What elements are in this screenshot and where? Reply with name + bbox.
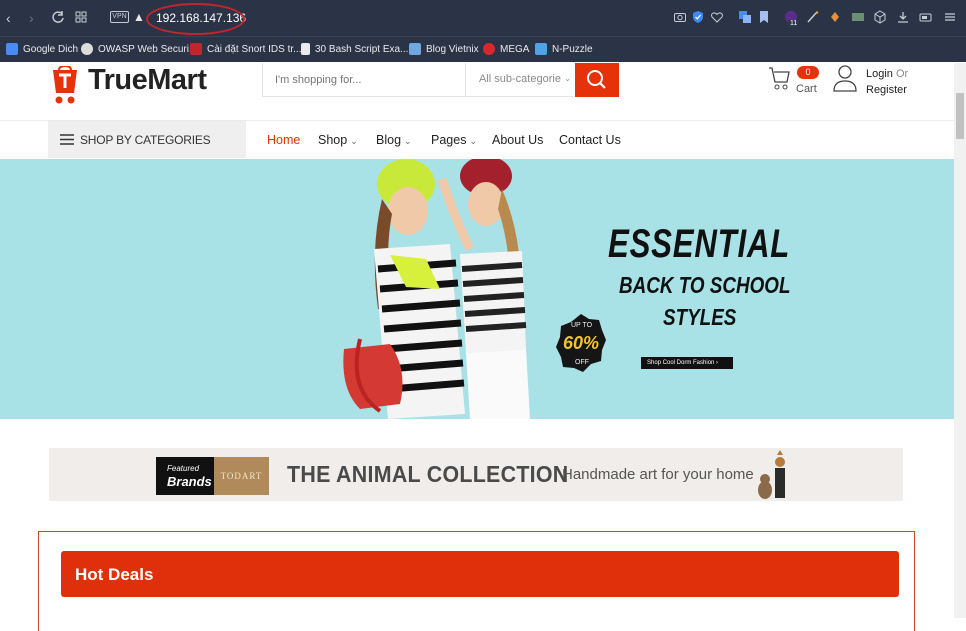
pen-icon[interactable] <box>806 10 820 24</box>
scrollbar-thumb[interactable] <box>956 93 964 139</box>
badge-top-text: UP TO <box>571 322 593 329</box>
nav-home[interactable]: Home <box>267 133 300 147</box>
cube-icon[interactable] <box>873 10 887 24</box>
reload-icon[interactable] <box>51 10 65 24</box>
or-text: Or <box>895 68 909 80</box>
badge-bottom-text: OFF <box>575 359 589 366</box>
not-secure-warning-icon[interactable]: ▲ <box>133 10 145 24</box>
register-link[interactable]: Register <box>866 84 907 96</box>
translate-icon <box>6 43 18 55</box>
bookmark-mega[interactable]: MEGA <box>483 41 529 57</box>
cart-logo-icon[interactable] <box>47 66 83 106</box>
user-icon[interactable] <box>832 64 858 92</box>
chevron-down-icon: ⌄ <box>350 136 358 146</box>
download-icon[interactable] <box>896 10 910 24</box>
account-links: Login Or Register <box>866 66 908 98</box>
panel-icon[interactable] <box>851 10 865 24</box>
tab-grid-icon[interactable] <box>74 10 88 24</box>
document-icon <box>301 43 310 55</box>
badge-value: 60% <box>563 333 600 353</box>
banner-subline: BACK TO SCHOOL <box>619 272 791 298</box>
models-illustration <box>343 159 530 419</box>
hot-deals-title: Hot Deals <box>75 565 154 584</box>
featured-brands-label: Featured Brands <box>156 457 214 495</box>
search-input[interactable] <box>263 63 466 96</box>
camera-icon[interactable] <box>673 10 687 24</box>
hot-deals-header[interactable] <box>61 551 899 597</box>
nav-pages[interactable]: Pages ⌄ <box>431 133 477 147</box>
url-highlight-circle <box>146 3 245 35</box>
back-icon[interactable]: ‹ <box>6 10 11 26</box>
bookmark-google-dich[interactable]: Google Dich <box>6 41 78 57</box>
nav-about-us[interactable]: About Us <box>492 133 543 147</box>
collection-subtitle: Handmade art for your home <box>562 466 754 483</box>
bookmark-owasp[interactable]: OWASP Web Securi... <box>81 41 197 57</box>
page-scrollbar[interactable] <box>954 63 966 618</box>
n-logo-icon <box>190 43 202 55</box>
shop-fashion-button[interactable]: Shop Cool Dorm Fashion › <box>641 357 733 369</box>
mega-icon <box>483 43 495 55</box>
forward-icon[interactable]: › <box>29 10 34 26</box>
cart-count-badge: 0 <box>797 66 819 79</box>
chevron-down-icon: ⌄ <box>564 74 571 83</box>
cube-stack-icon <box>409 43 421 55</box>
cart-icon[interactable] <box>768 64 790 92</box>
nav-contact-us[interactable]: Contact Us <box>559 133 621 147</box>
nav-shop[interactable]: Shop ⌄ <box>318 133 358 147</box>
menu-icon[interactable] <box>943 10 957 24</box>
search-button[interactable] <box>575 63 619 97</box>
bookmark-n-puzzle[interactable]: N-Puzzle <box>535 41 593 57</box>
search-bar: All sub-categorie⌄ <box>262 63 619 97</box>
heart-icon[interactable] <box>710 10 724 24</box>
categories-label: SHOP BY CATEGORIES <box>80 133 211 147</box>
chevron-down-icon: ⌄ <box>404 136 412 146</box>
bookmark-bash-script[interactable]: 30 Bash Script Exa... <box>301 41 408 57</box>
brand-logo: TODART <box>214 457 269 495</box>
t-logo-icon <box>535 43 547 55</box>
bookmark-snort[interactable]: Cài đặt Snort IDS tr... <box>190 41 301 57</box>
banner-headline: ESSENTIAL <box>608 222 791 266</box>
collection-title: THE ANIMAL COLLECTION <box>287 461 569 487</box>
extension-count-badge: 11 <box>788 20 800 27</box>
diamond-icon[interactable] <box>828 10 842 24</box>
battery-icon[interactable] <box>919 10 933 24</box>
nav-blog[interactable]: Blog ⌄ <box>376 133 412 147</box>
banner-styles: STYLES <box>663 304 737 330</box>
login-link[interactable]: Login <box>866 68 893 80</box>
cart-label[interactable]: Cart <box>796 83 817 95</box>
category-select[interactable]: All sub-categorie ⌄ <box>467 63 575 96</box>
bookmark-blog-vietnix[interactable]: Blog Vietnix <box>409 41 479 57</box>
bookmark-ext-icon[interactable] <box>757 10 771 24</box>
chevron-down-icon: ⌄ <box>469 136 477 146</box>
hero-banner[interactable] <box>0 159 954 419</box>
translate-ext-icon[interactable] <box>738 10 752 24</box>
shield-icon[interactable] <box>691 10 705 24</box>
owasp-icon <box>81 43 93 55</box>
browser-toolbar: ‹ › VPN ▲ 192.168.147.136 11 <box>0 0 966 36</box>
vpn-badge[interactable]: VPN <box>110 11 129 23</box>
animal-figurines-image <box>758 450 785 499</box>
search-icon <box>587 70 606 89</box>
hamburger-icon <box>60 134 74 145</box>
site-logo[interactable]: TrueMart <box>88 64 207 97</box>
